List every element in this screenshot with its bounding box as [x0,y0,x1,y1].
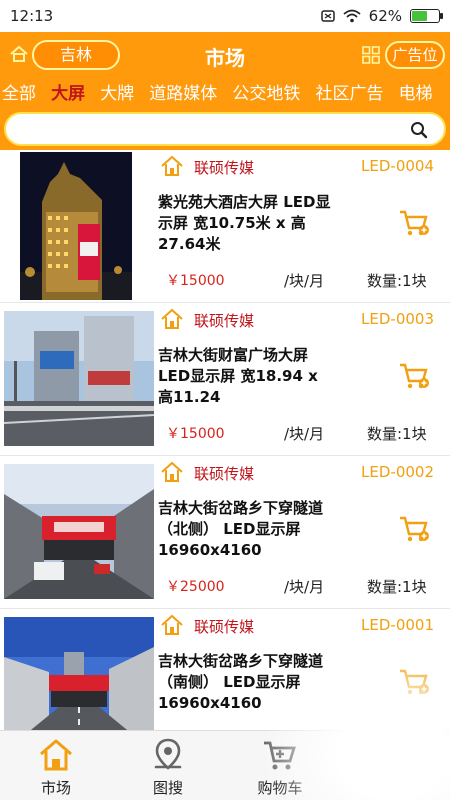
nav-label: 购物车 [257,779,303,797]
category-tabs: 全部 大屏 大牌 道路媒体 公交地铁 社区广告 电梯 [0,78,450,110]
tab-community-ads[interactable]: 社区广告 [310,78,388,110]
listing-code: LED-0004 [361,157,434,175]
listing-photo [20,152,132,300]
price: ￥15000 [166,426,225,442]
grid-icon[interactable] [362,46,380,64]
tab-bus-metro[interactable]: 公交地铁 [227,78,305,110]
nav-cart[interactable]: 购物车 [224,731,336,801]
tab-big-screen[interactable]: 大屏 [46,78,90,110]
listing-title: 吉林大街岔路乡下穿隧道（北侧） LED显示屏 16960x4160 [158,499,324,559]
add-to-cart-icon[interactable] [398,667,430,697]
search-box [4,112,446,146]
house-icon [161,461,183,482]
house-icon [161,155,183,176]
header: 吉林 市场 广告位 [0,32,450,78]
price: ￥25000 [166,579,225,595]
listing-photo [4,311,154,446]
listing-photo [4,464,154,599]
listing-title: 吉林大街财富广场大屏 LED显示屏 宽18.94 x 高11.24 [158,346,318,406]
nav-label: 市场 [40,779,71,797]
add-to-cart-icon[interactable] [398,361,430,391]
vendor-name: 联硕传媒 [194,312,255,330]
search-input[interactable] [20,114,400,144]
battery-icon [410,9,443,23]
listing-photo [4,617,154,730]
list-item[interactable]: 联硕传媒 LED-0004 紫光苑大酒店大屏 LED显示屏 宽10.75米 x … [0,150,450,303]
home-icon [40,739,72,771]
cart-icon [264,741,296,770]
bottom-nav: 市场 图搜 购物车 [0,730,450,800]
vendor-name: 联硕传媒 [194,618,255,636]
price-unit: /块/月 [284,425,325,443]
tab-elevator[interactable]: 电梯 [394,78,438,110]
listing-code: LED-0001 [361,616,434,634]
add-to-cart-icon[interactable] [398,208,430,238]
list-item[interactable]: 联硕传媒 LED-0002 吉林大街岔路乡下穿隧道（北侧） LED显示屏 169… [0,456,450,609]
nav-market[interactable]: 市场 [0,731,112,801]
house-icon [161,308,183,329]
listing-code: LED-0002 [361,463,434,481]
price-unit: /块/月 [284,578,325,596]
notification-icon [320,10,335,22]
price: ￥15000 [166,273,225,289]
battery-percent: 62% [368,7,402,25]
listing-title: 紫光苑大酒店大屏 LED显示屏 宽10.75米 x 高27.64米 [158,193,331,253]
vendor-name: 联硕传媒 [194,465,255,483]
house-icon [161,614,183,635]
tab-road-media[interactable]: 道路媒体 [144,78,222,110]
listing: 联硕传媒 LED-0004 紫光苑大酒店大屏 LED显示屏 宽10.75米 x … [0,150,450,730]
tab-billboard[interactable]: 大牌 [95,78,139,110]
quantity: 数量:1块 [367,272,427,290]
vendor-name: 联硕传媒 [194,159,255,177]
status-time: 12:13 [10,7,54,25]
page-title: 市场 [205,46,245,70]
listing-title: 吉林大街岔路乡下穿隧道（南侧） LED显示屏 16960x4160 [158,652,324,712]
status-bar: 12:13 62% [0,0,450,32]
status-icons: 62% [320,7,443,25]
quantity: 数量:1块 [367,425,427,443]
price-unit: /块/月 [284,272,325,290]
add-to-cart-icon[interactable] [398,514,430,544]
nav-map-search[interactable]: 图搜 [112,731,224,801]
nav-label: 图搜 [152,779,183,797]
list-item[interactable]: 联硕传媒 LED-0003 吉林大街财富广场大屏 LED显示屏 宽18.94 x… [0,303,450,456]
tab-all[interactable]: 全部 [0,78,41,110]
ad-slot-button[interactable]: 广告位 [385,41,445,69]
search-icon[interactable] [410,121,428,139]
list-item[interactable]: 联硕传媒 LED-0001 吉林大街岔路乡下穿隧道（南侧） LED显示屏 169… [0,609,450,730]
quantity: 数量:1块 [367,578,427,596]
search-bar-area [0,110,450,150]
wifi-icon [343,9,361,23]
listing-code: LED-0003 [361,310,434,328]
map-pin-icon [154,738,182,770]
